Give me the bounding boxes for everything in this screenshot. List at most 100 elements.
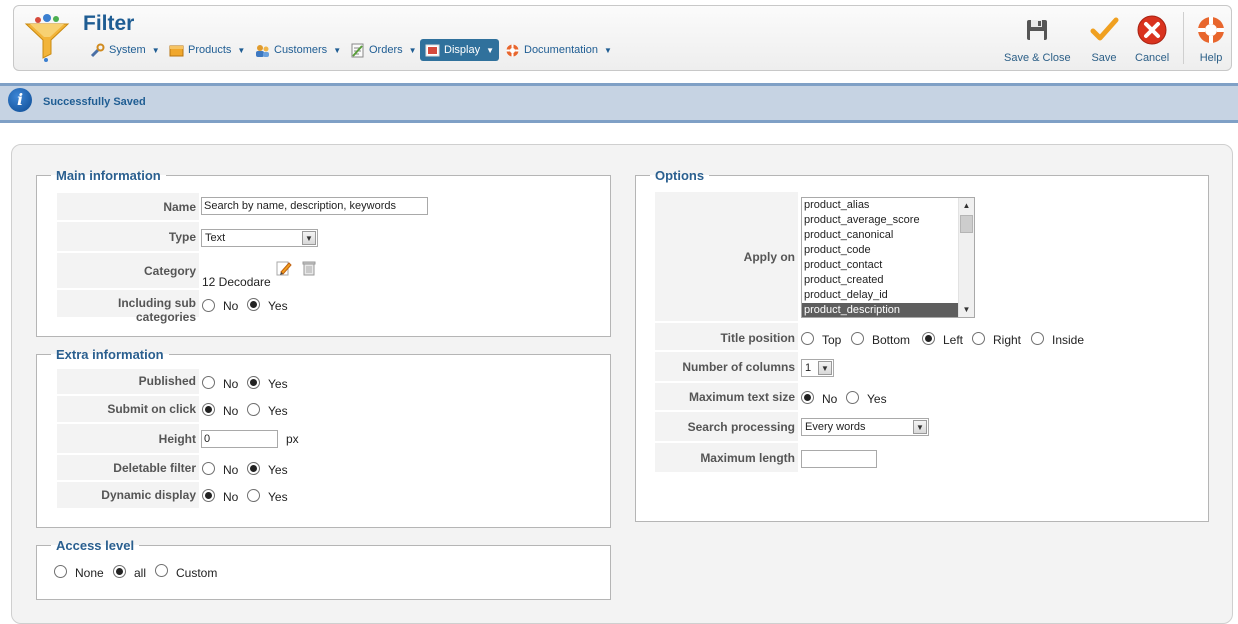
menu-products[interactable]: Products ▼	[165, 40, 249, 60]
toolbar-header: Filter System ▼ Products ▼ Customers ▼ O…	[13, 5, 1232, 71]
chevron-down-icon: ▼	[333, 45, 342, 55]
submit-no-radio[interactable]	[202, 403, 215, 416]
position-bottom-radio[interactable]	[851, 332, 864, 345]
chevron-down-icon: ▼	[408, 45, 417, 55]
menu-documentation[interactable]: Documentation ▼	[501, 40, 616, 60]
published-yes-label: Yes	[268, 377, 288, 391]
chevron-up-icon[interactable]: ▲	[959, 198, 974, 213]
published-no-radio[interactable]	[202, 376, 215, 389]
max-text-yes-radio[interactable]	[846, 391, 859, 404]
published-yes-radio[interactable]	[247, 376, 260, 389]
menu-system[interactable]: System ▼	[86, 40, 164, 60]
apply-on-option[interactable]: product_average_score	[802, 213, 959, 228]
position-top-label: Top	[822, 333, 842, 347]
category-label: Category	[57, 253, 199, 289]
name-input[interactable]: Search by name, description, keywords	[201, 197, 428, 215]
type-select-value: Text	[205, 232, 226, 244]
save-close-button[interactable]: Save & Close	[1004, 14, 1071, 66]
save-close-label: Save & Close	[1004, 52, 1071, 64]
max-text-yes-label: Yes	[867, 392, 887, 406]
chevron-down-icon: ▼	[302, 231, 316, 245]
dynamic-yes-label: Yes	[268, 490, 288, 504]
access-all-label: all	[134, 566, 147, 580]
deletable-yes-radio[interactable]	[247, 462, 260, 475]
chevron-down-icon[interactable]: ▼	[959, 302, 974, 317]
chevron-down-icon: ▼	[486, 45, 494, 55]
access-custom-radio[interactable]	[155, 564, 168, 577]
apply-on-option[interactable]: product_delay_id	[802, 288, 959, 303]
height-input[interactable]: 0	[201, 430, 278, 448]
page-title: Filter	[83, 12, 135, 35]
apply-on-option[interactable]: product_contact	[802, 258, 959, 273]
save-button[interactable]: Save	[1088, 14, 1120, 66]
position-right-radio[interactable]	[972, 332, 985, 345]
display-icon	[425, 43, 440, 58]
submit-yes-radio[interactable]	[247, 403, 260, 416]
main-information-legend: Main information	[56, 168, 161, 183]
info-icon: i	[8, 88, 32, 112]
position-right-label: Right	[993, 333, 1022, 347]
type-label: Type	[57, 222, 199, 252]
access-level-legend: Access level	[56, 538, 135, 553]
max-text-no-radio[interactable]	[801, 391, 814, 404]
subcategories-no-radio[interactable]	[202, 299, 215, 312]
position-left-label: Left	[943, 333, 964, 347]
trash-icon[interactable]	[302, 260, 316, 276]
menu-system-label: System	[109, 44, 146, 56]
apply-on-option-selected[interactable]: product_description	[802, 303, 959, 317]
height-unit: px	[286, 432, 299, 446]
dynamic-no-radio[interactable]	[202, 489, 215, 502]
menu-customers[interactable]: Customers ▼	[251, 40, 345, 60]
apply-on-scrollbar[interactable]: ▲ ▼	[958, 198, 974, 317]
maximum-length-label: Maximum length	[655, 443, 798, 473]
scrollbar-thumb[interactable]	[960, 215, 973, 233]
chevron-down-icon: ▼	[913, 420, 927, 434]
cancel-button[interactable]: Cancel	[1135, 14, 1169, 66]
search-processing-select[interactable]: Every words ▼	[801, 418, 929, 436]
position-inside-radio[interactable]	[1031, 332, 1044, 345]
deletable-no-radio[interactable]	[202, 462, 215, 475]
number-of-columns-select[interactable]: 1 ▼	[801, 359, 834, 377]
name-label: Name	[57, 193, 199, 221]
apply-on-option[interactable]: product_canonical	[802, 228, 959, 243]
published-no-label: No	[223, 377, 239, 391]
position-top-radio[interactable]	[801, 332, 814, 345]
menu-orders[interactable]: Orders ▼	[346, 40, 421, 60]
toolbar-separator	[1183, 12, 1184, 64]
max-text-no-label: No	[822, 392, 838, 406]
dynamic-yes-radio[interactable]	[247, 489, 260, 502]
access-none-label: None	[75, 566, 104, 580]
menu-display[interactable]: Display ▼	[420, 39, 499, 61]
save-label: Save	[1091, 52, 1117, 64]
position-left-radio[interactable]	[922, 332, 935, 345]
products-icon	[169, 43, 184, 58]
deletable-no-label: No	[223, 463, 239, 477]
menu-orders-label: Orders	[369, 44, 403, 56]
number-of-columns-label: Number of columns	[655, 352, 798, 382]
title-position-label: Title position	[655, 323, 798, 351]
apply-on-option[interactable]: product_code	[802, 243, 959, 258]
search-processing-value: Every words	[805, 421, 866, 433]
apply-on-option[interactable]: product_created	[802, 273, 959, 288]
edit-pencil-icon[interactable]	[276, 260, 292, 276]
type-select[interactable]: Text ▼	[201, 229, 318, 247]
close-icon	[1136, 14, 1168, 46]
subcategories-yes-radio[interactable]	[247, 298, 260, 311]
dynamic-no-label: No	[223, 490, 239, 504]
subcategories-yes-label: Yes	[268, 299, 288, 313]
lifebuoy-icon	[1195, 14, 1227, 46]
apply-on-listbox[interactable]: product_alias product_average_score prod…	[801, 197, 975, 318]
apply-on-option[interactable]: product_alias	[802, 198, 959, 213]
access-all-radio[interactable]	[113, 565, 126, 578]
position-bottom-label: Bottom	[872, 333, 911, 347]
chevron-down-icon: ▼	[151, 45, 160, 55]
maximum-text-size-label: Maximum text size	[655, 383, 798, 411]
access-none-radio[interactable]	[54, 565, 67, 578]
number-of-columns-value: 1	[805, 362, 812, 374]
submit-yes-label: Yes	[268, 404, 288, 418]
subcategories-label: Including sub categories	[57, 290, 199, 324]
help-label: Help	[1199, 52, 1223, 64]
extra-information-legend: Extra information	[56, 347, 164, 362]
help-button[interactable]: Help	[1195, 14, 1227, 66]
maximum-length-input[interactable]	[801, 450, 877, 468]
